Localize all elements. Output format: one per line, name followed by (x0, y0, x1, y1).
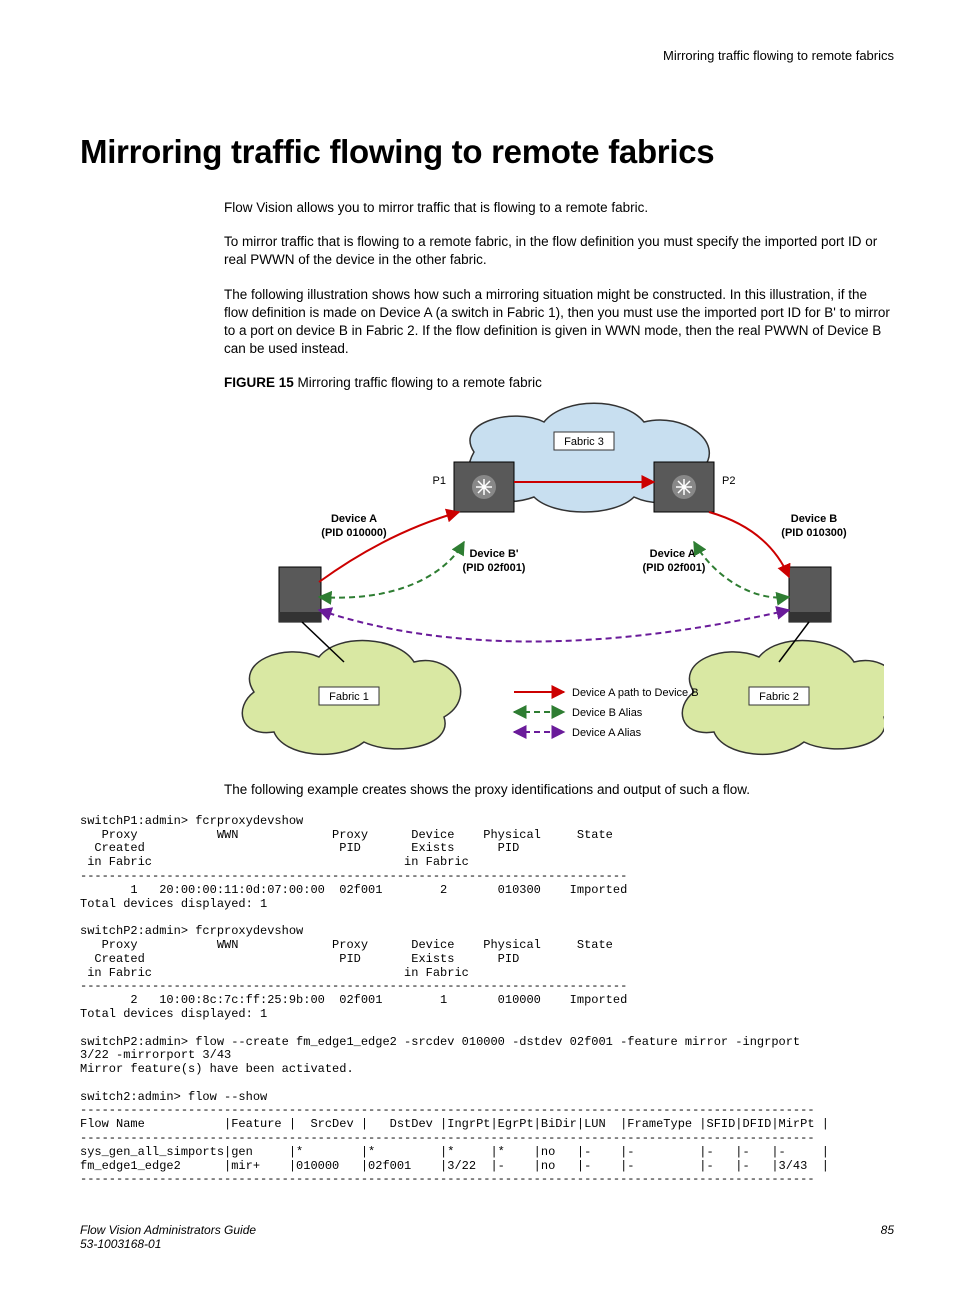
svg-text:Device B Alias: Device B Alias (572, 707, 643, 719)
svg-text:Device A: Device A (331, 513, 377, 525)
footer-doc-title: Flow Vision Administrators Guide (80, 1223, 256, 1237)
svg-text:Fabric 2: Fabric 2 (759, 691, 799, 703)
figure-title: Mirroring traffic flowing to a remote fa… (298, 375, 542, 390)
svg-text:Device A Alias: Device A Alias (572, 727, 642, 739)
figure-diagram: Fabric 3 P1 P2 Device A (PID 010000) Dev… (224, 402, 884, 767)
figure-caption: FIGURE 15 Mirroring traffic flowing to a… (224, 375, 894, 390)
svg-text:Device A path to Device B: Device A path to Device B (572, 687, 699, 699)
svg-text:(PID 02f001): (PID 02f001) (643, 562, 706, 574)
page-title: Mirroring traffic flowing to remote fabr… (80, 133, 894, 171)
svg-text:(PID 010000): (PID 010000) (321, 527, 387, 539)
svg-text:(PID 010300): (PID 010300) (781, 527, 847, 539)
page-footer: Flow Vision Administrators Guide 53-1003… (80, 1223, 894, 1251)
paragraph-3: The following illustration shows how suc… (224, 286, 894, 359)
figure-label: FIGURE 15 (224, 375, 294, 390)
svg-text:Device B: Device B (791, 513, 838, 525)
code-listing: switchP1:admin> fcrproxydevshow Proxy WW… (80, 815, 894, 1188)
svg-text:Device A': Device A' (650, 548, 699, 560)
svg-text:Fabric 3: Fabric 3 (564, 436, 604, 448)
svg-text:(PID 02f001): (PID 02f001) (463, 562, 526, 574)
footer-doc-number: 53-1003168-01 (80, 1237, 161, 1251)
footer-page-number: 85 (881, 1223, 894, 1251)
svg-text:Fabric 1: Fabric 1 (329, 691, 369, 703)
svg-text:P1: P1 (433, 475, 446, 487)
svg-text:P2: P2 (722, 475, 735, 487)
svg-text:Device B': Device B' (469, 548, 518, 560)
running-header: Mirroring traffic flowing to remote fabr… (80, 48, 894, 63)
paragraph-1: Flow Vision allows you to mirror traffic… (224, 199, 894, 217)
paragraph-2: To mirror traffic that is flowing to a r… (224, 233, 894, 269)
example-intro: The following example creates shows the … (224, 781, 894, 799)
